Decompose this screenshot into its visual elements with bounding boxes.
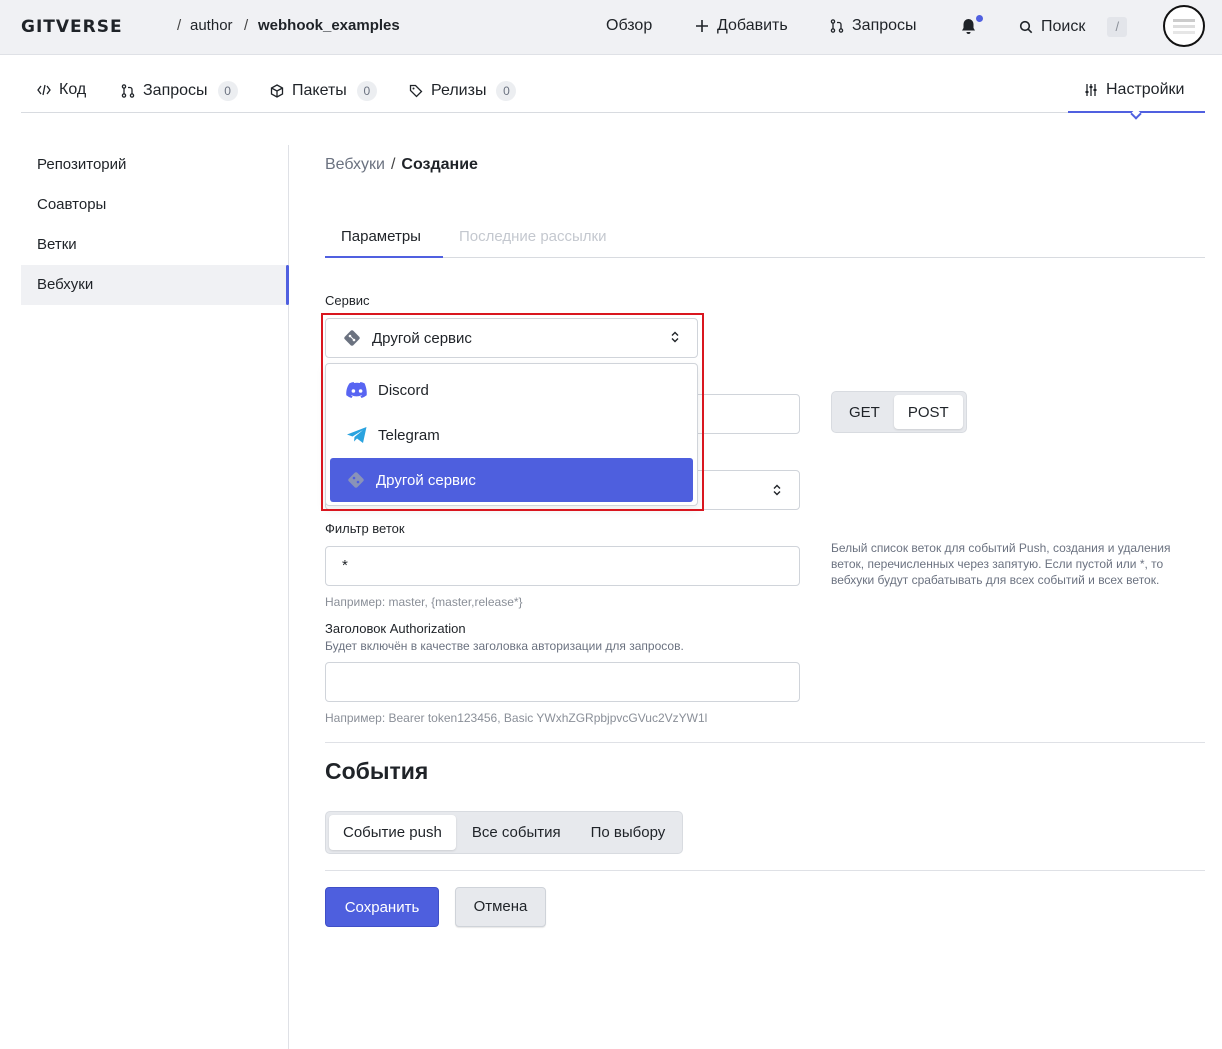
webhook-subtabs: Параметры Последние рассылки: [325, 220, 1205, 258]
sidebar-item-webhooks[interactable]: Вебхуки: [21, 265, 289, 305]
breadcrumb: Вебхуки / Создание: [325, 156, 478, 174]
top-bar: GITVERSE / author / webhook_examples Обз…: [0, 0, 1222, 55]
sliders-icon: [1085, 84, 1097, 96]
tab-settings[interactable]: Настройки: [1084, 81, 1184, 99]
method-post-button[interactable]: POST: [893, 395, 963, 429]
method-get-button[interactable]: GET: [835, 395, 894, 429]
auth-description: Будет включён в качестве заголовка автор…: [325, 639, 684, 653]
sidebar-item-repository[interactable]: Репозиторий: [21, 145, 289, 185]
nav-requests[interactable]: Запросы: [830, 17, 917, 35]
sidebar-item-branches[interactable]: Ветки: [21, 225, 289, 265]
nav-add-label: Добавить: [717, 17, 788, 34]
nav-overview-label: Обзор: [606, 17, 653, 34]
requests-count-badge: 0: [217, 81, 238, 101]
branch-filter-input[interactable]: *: [325, 546, 800, 586]
event-all-button[interactable]: Все события: [456, 815, 577, 850]
nav-requests-label: Запросы: [852, 17, 917, 34]
nav-overview[interactable]: Обзор: [606, 17, 652, 35]
pull-request-icon: [121, 84, 135, 98]
tab-releases[interactable]: Релизы 0: [409, 81, 517, 101]
auth-hint: Например: Bearer token123456, Basic YWxh…: [325, 711, 708, 725]
service-highlight-box: [321, 313, 704, 511]
pull-request-icon: [830, 19, 844, 33]
search-button[interactable]: Поиск /: [1019, 17, 1128, 37]
sidebar-item-collaborators[interactable]: Соавторы: [21, 185, 289, 225]
tab-requests[interactable]: Запросы 0: [121, 81, 238, 101]
tab-settings-label: Настройки: [1106, 81, 1185, 98]
packages-count-badge: 0: [356, 81, 377, 101]
owner-link[interactable]: author: [190, 17, 233, 34]
tab-packages[interactable]: Пакеты 0: [270, 81, 377, 101]
code-icon: [37, 84, 51, 96]
http-method-toggle: GET POST: [831, 391, 967, 433]
tab-packages-label: Пакеты: [292, 82, 347, 99]
updown-chevron-icon: [773, 484, 781, 496]
branch-filter-help: Белый список веток для событий Push, соз…: [831, 541, 1171, 587]
gitverse-logo[interactable]: GITVERSE: [21, 17, 123, 37]
events-toggle: Событие push Все события По выбору: [325, 811, 684, 854]
repo-tabs: Код Запросы 0 Пакеты 0 Релизы 0 Настройк…: [21, 70, 1205, 120]
search-label: Поиск: [1041, 18, 1086, 35]
tab-releases-label: Релизы: [431, 82, 487, 99]
package-icon: [270, 84, 284, 98]
notification-dot: [976, 15, 983, 22]
search-shortcut: /: [1107, 17, 1128, 37]
active-subtab-indicator: [325, 256, 443, 258]
breadcrumb-separator: /: [390, 156, 396, 173]
tab-code[interactable]: Код: [37, 81, 86, 99]
cancel-button[interactable]: Отмена: [455, 887, 546, 927]
breadcrumb-separator: /: [244, 17, 249, 34]
tab-recent-deliveries[interactable]: Последние рассылки: [459, 228, 606, 245]
bell-icon[interactable]: [961, 18, 976, 35]
settings-sidebar: Репозиторий Соавторы Ветки Вебхуки: [21, 145, 289, 305]
auth-label: Заголовок Authorization: [325, 621, 466, 636]
event-custom-button[interactable]: По выбору: [577, 815, 680, 850]
tab-code-label: Код: [59, 81, 87, 98]
tab-requests-label: Запросы: [143, 82, 208, 99]
breadcrumb-separator: /: [177, 17, 182, 34]
repo-link[interactable]: webhook_examples: [258, 17, 400, 34]
branch-filter-label: Фильтр веток: [325, 521, 405, 536]
page-title: Создание: [401, 156, 478, 173]
tag-icon: [409, 84, 423, 98]
branch-filter-hint: Например: master, {master,release*}: [325, 595, 523, 609]
search-icon: [1019, 20, 1033, 34]
breadcrumb-webhooks[interactable]: Вебхуки: [325, 156, 385, 173]
nav-add[interactable]: Добавить: [695, 17, 788, 35]
plus-icon: [696, 20, 708, 32]
divider: [325, 742, 1205, 743]
sidebar-active-indicator: [286, 265, 289, 305]
releases-count-badge: 0: [496, 81, 517, 101]
save-button[interactable]: Сохранить: [325, 887, 439, 927]
event-push-button[interactable]: Событие push: [329, 815, 456, 850]
service-label: Сервис: [325, 293, 370, 308]
events-heading: События: [325, 758, 429, 784]
divider: [325, 870, 1205, 871]
auth-header-input[interactable]: [325, 662, 800, 702]
avatar[interactable]: [1163, 5, 1205, 47]
tab-parameters[interactable]: Параметры: [341, 228, 421, 245]
